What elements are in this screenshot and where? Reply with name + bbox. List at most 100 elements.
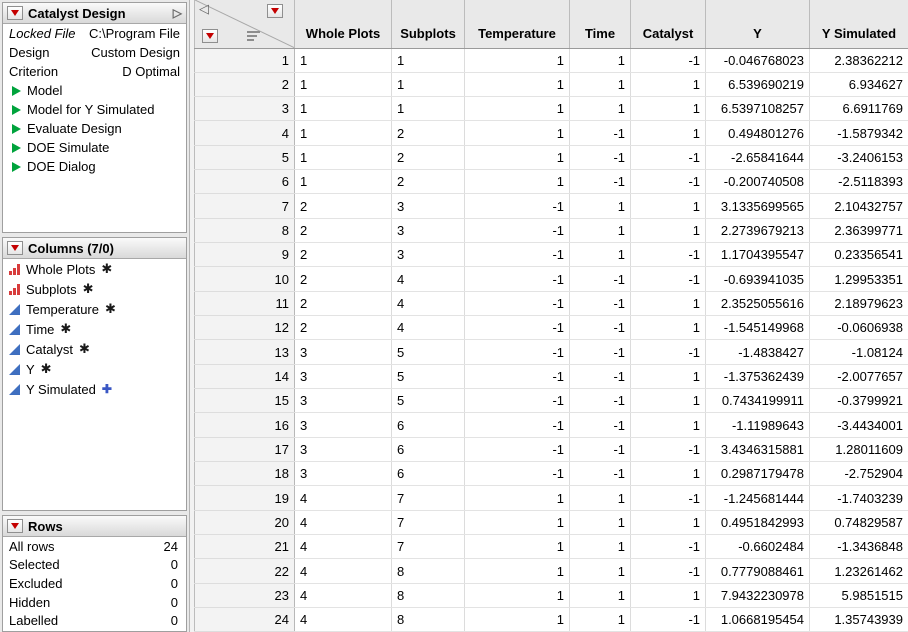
cell-catalyst[interactable]: -1	[631, 608, 706, 632]
cell-temperature[interactable]: -1	[465, 413, 570, 437]
column-header-y-simulated[interactable]: Y Simulated	[810, 0, 908, 48]
cell-subplots[interactable]: 4	[392, 291, 465, 315]
panel-collapse-icon[interactable]: ◁	[199, 2, 209, 15]
cell-subplots[interactable]: 2	[392, 121, 465, 145]
script-item-evaluate-design[interactable]: Evaluate Design	[3, 119, 186, 138]
cell-y[interactable]: 3.4346315881	[706, 437, 810, 461]
cell-subplots[interactable]: 8	[392, 608, 465, 632]
row-number[interactable]: 24	[195, 608, 295, 632]
cell-subplots[interactable]: 2	[392, 145, 465, 169]
cell-whole-plots[interactable]: 2	[295, 194, 392, 218]
cell-catalyst[interactable]: 1	[631, 97, 706, 121]
cell-time[interactable]: 1	[570, 72, 631, 96]
cell-subplots[interactable]: 1	[392, 72, 465, 96]
row-number[interactable]: 5	[195, 145, 295, 169]
cell-catalyst[interactable]: -1	[631, 48, 706, 72]
cell-subplots[interactable]: 3	[392, 243, 465, 267]
row-number[interactable]: 4	[195, 121, 295, 145]
cell-catalyst[interactable]: 1	[631, 291, 706, 315]
cell-y[interactable]: -1.11989643	[706, 413, 810, 437]
cell-time[interactable]: 1	[570, 48, 631, 72]
cell-whole-plots[interactable]: 1	[295, 121, 392, 145]
red-triangle-menu-icon[interactable]	[7, 6, 23, 20]
cell-subplots[interactable]: 5	[392, 340, 465, 364]
cell-subplots[interactable]: 2	[392, 170, 465, 194]
cell-y[interactable]: -1.4838427	[706, 340, 810, 364]
cell-catalyst[interactable]: 1	[631, 194, 706, 218]
cell-y[interactable]: 7.9432230978	[706, 583, 810, 607]
cell-temperature[interactable]: 1	[465, 72, 570, 96]
cell-subplots[interactable]: 3	[392, 218, 465, 242]
row-number[interactable]: 13	[195, 340, 295, 364]
row-number[interactable]: 11	[195, 291, 295, 315]
cell-y[interactable]: 2.3525055616	[706, 291, 810, 315]
cell-y[interactable]: 3.1335699565	[706, 194, 810, 218]
cell-temperature[interactable]: -1	[465, 364, 570, 388]
cell-whole-plots[interactable]: 2	[295, 316, 392, 340]
cell-y[interactable]: 0.494801276	[706, 121, 810, 145]
cell-catalyst[interactable]: -1	[631, 145, 706, 169]
row-number[interactable]: 21	[195, 535, 295, 559]
cell-time[interactable]: -1	[570, 437, 631, 461]
cell-whole-plots[interactable]: 3	[295, 437, 392, 461]
cell-y-simulated[interactable]: -3.2406153	[810, 145, 908, 169]
cell-y[interactable]: 1.0668195454	[706, 608, 810, 632]
row-order-icon[interactable]	[247, 31, 260, 41]
column-header-catalyst[interactable]: Catalyst	[631, 0, 706, 48]
cell-catalyst[interactable]: 1	[631, 218, 706, 242]
column-item-time[interactable]: Time✱	[3, 319, 186, 339]
cell-subplots[interactable]: 5	[392, 389, 465, 413]
column-header-y[interactable]: Y	[706, 0, 810, 48]
cell-temperature[interactable]: -1	[465, 267, 570, 291]
cell-temperature[interactable]: 1	[465, 608, 570, 632]
cell-y-simulated[interactable]: -1.7403239	[810, 486, 908, 510]
cell-y-simulated[interactable]: 2.10432757	[810, 194, 908, 218]
cell-catalyst[interactable]: 1	[631, 364, 706, 388]
cell-whole-plots[interactable]: 1	[295, 72, 392, 96]
cell-y-simulated[interactable]: -2.0077657	[810, 364, 908, 388]
cell-y-simulated[interactable]: 0.74829587	[810, 510, 908, 534]
cell-subplots[interactable]: 6	[392, 437, 465, 461]
cell-y-simulated[interactable]: -2.5118393	[810, 170, 908, 194]
cell-time[interactable]: 1	[570, 559, 631, 583]
column-item-whole-plots[interactable]: Whole Plots✱	[3, 259, 186, 279]
rows-menu-icon[interactable]	[202, 29, 218, 43]
cell-whole-plots[interactable]: 2	[295, 291, 392, 315]
cell-y[interactable]: 6.539690219	[706, 72, 810, 96]
row-number[interactable]: 3	[195, 97, 295, 121]
script-item-model-for-y-simulated[interactable]: Model for Y Simulated	[3, 100, 186, 119]
row-number[interactable]: 20	[195, 510, 295, 534]
row-number[interactable]: 18	[195, 462, 295, 486]
column-item-y-simulated[interactable]: Y Simulated✚	[3, 379, 186, 399]
column-header-time[interactable]: Time	[570, 0, 631, 48]
row-number[interactable]: 17	[195, 437, 295, 461]
cell-temperature[interactable]: 1	[465, 97, 570, 121]
cell-subplots[interactable]: 8	[392, 583, 465, 607]
cell-catalyst[interactable]: -1	[631, 340, 706, 364]
cell-time[interactable]: -1	[570, 413, 631, 437]
cell-y[interactable]: -2.65841644	[706, 145, 810, 169]
cell-y-simulated[interactable]: -1.3436848	[810, 535, 908, 559]
cell-whole-plots[interactable]: 2	[295, 218, 392, 242]
row-number[interactable]: 7	[195, 194, 295, 218]
cell-whole-plots[interactable]: 3	[295, 340, 392, 364]
cell-y[interactable]: -0.200740508	[706, 170, 810, 194]
column-header-whole-plots[interactable]: Whole Plots	[295, 0, 392, 48]
cell-y[interactable]: 0.7779088461	[706, 559, 810, 583]
column-item-catalyst[interactable]: Catalyst✱	[3, 339, 186, 359]
cell-time[interactable]: 1	[570, 583, 631, 607]
row-number[interactable]: 19	[195, 486, 295, 510]
cell-catalyst[interactable]: -1	[631, 535, 706, 559]
cell-time[interactable]: 1	[570, 97, 631, 121]
columns-panel-header[interactable]: Columns (7/0)	[3, 238, 186, 259]
cell-time[interactable]: -1	[570, 364, 631, 388]
cell-temperature[interactable]: 1	[465, 170, 570, 194]
cell-catalyst[interactable]: -1	[631, 243, 706, 267]
cell-whole-plots[interactable]: 4	[295, 486, 392, 510]
cell-catalyst[interactable]: -1	[631, 486, 706, 510]
cell-whole-plots[interactable]: 4	[295, 608, 392, 632]
cell-time[interactable]: -1	[570, 145, 631, 169]
cell-whole-plots[interactable]: 1	[295, 48, 392, 72]
cell-catalyst[interactable]: 1	[631, 389, 706, 413]
row-number[interactable]: 6	[195, 170, 295, 194]
